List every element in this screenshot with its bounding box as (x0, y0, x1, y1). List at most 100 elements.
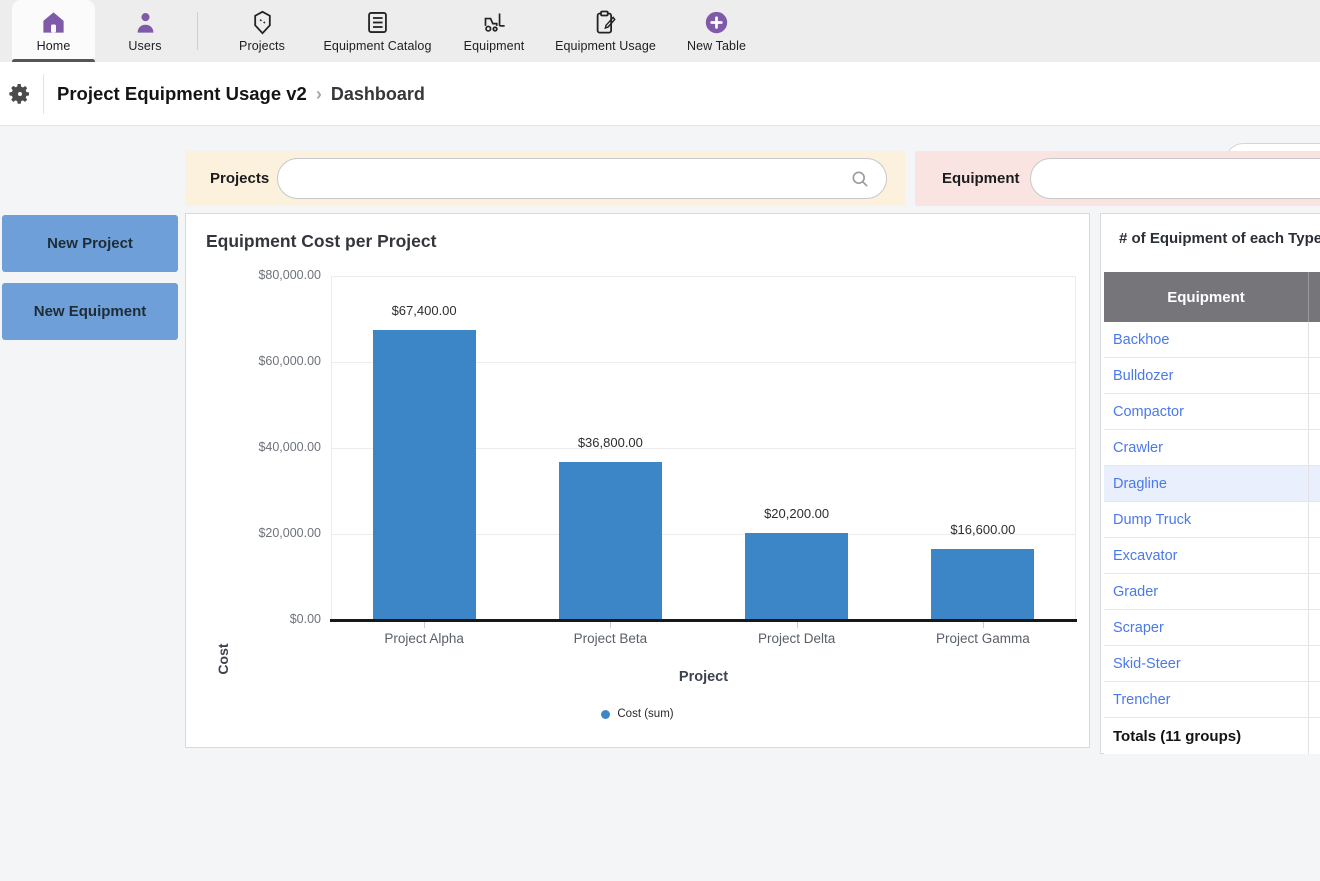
x-tick-label: Project Delta (717, 631, 877, 646)
cube-icon (249, 9, 276, 36)
count-column-header (1309, 272, 1320, 322)
table-row: Excavator (1104, 538, 1320, 574)
forklift-icon (481, 9, 508, 36)
equipment-search-input[interactable] (1049, 161, 1320, 196)
count-cell (1309, 538, 1320, 573)
bar-value-label: $16,600.00 (903, 522, 1063, 537)
x-axis-label: Project (331, 669, 1076, 685)
table-row: Scraper (1104, 610, 1320, 646)
equipment-cell: Crawler (1104, 430, 1309, 465)
totals-row: Totals (11 groups) (1104, 718, 1320, 754)
breadcrumb-divider (43, 74, 44, 114)
app-title[interactable]: Project Equipment Usage v2 (57, 83, 307, 105)
equipment-link-bulldozer[interactable]: Bulldozer (1113, 368, 1173, 384)
chart-legend: Cost (sum) (186, 708, 1089, 720)
projects-filter-label: Projects (210, 151, 269, 206)
equipment-cell: Scraper (1104, 610, 1309, 645)
tab-home[interactable]: Home (12, 0, 95, 62)
tab-new-table-label: New Table (687, 39, 746, 53)
equipment-filter-label: Equipment (942, 151, 1020, 206)
x-tick-label: Project Alpha (344, 631, 504, 646)
count-cell (1309, 646, 1320, 681)
equipment-filter-panel: Equipment (915, 151, 1320, 206)
x-tick-label: Project Beta (530, 631, 690, 646)
axis-tick (797, 622, 798, 628)
bar-value-label: $20,200.00 (717, 506, 877, 521)
table-row: Grader (1104, 574, 1320, 610)
projects-filter-panel: Projects (185, 151, 905, 206)
axis-tick (610, 622, 611, 628)
equipment-search-box[interactable] (1030, 158, 1320, 199)
table-row: Dragline (1104, 466, 1320, 502)
bar-project-alpha[interactable] (373, 330, 476, 620)
table-tabs-toolbar: Home Users Projects Equi (0, 0, 1320, 62)
tab-equipment-catalog[interactable]: Equipment Catalog (318, 0, 437, 62)
y-tick-label: $20,000.00 (213, 526, 321, 540)
projects-search-input[interactable] (296, 161, 722, 196)
equipment-cell: Grader (1104, 574, 1309, 609)
table-row: Bulldozer (1104, 358, 1320, 394)
tab-home-label: Home (37, 39, 71, 53)
list-icon (364, 9, 391, 36)
breadcrumb: Project Equipment Usage v2 › Dashboard (57, 62, 425, 126)
tab-new-table[interactable]: New Table (684, 0, 749, 62)
new-project-button[interactable]: New Project (2, 215, 178, 272)
count-cell (1309, 394, 1320, 429)
totals-label: Totals (11 groups) (1104, 718, 1309, 754)
count-cell (1309, 322, 1320, 357)
equipment-link-crawler[interactable]: Crawler (1113, 440, 1163, 456)
app-window: Home Users Projects Equi (0, 0, 1320, 881)
axis-tick (424, 622, 425, 628)
equipment-link-compactor[interactable]: Compactor (1113, 404, 1184, 420)
breadcrumb-bar: Project Equipment Usage v2 › Dashboard D… (0, 62, 1320, 126)
tab-equipment[interactable]: Equipment (459, 0, 529, 62)
equipment-cell: Trencher (1104, 682, 1309, 717)
y-tick-label: $80,000.00 (213, 268, 321, 282)
chevron-right-icon: › (316, 84, 322, 105)
count-cell (1309, 574, 1320, 609)
y-tick-label: $60,000.00 (213, 354, 321, 368)
bar-project-gamma[interactable] (931, 549, 1034, 620)
search-icon (850, 169, 870, 189)
chart-title: Equipment Cost per Project (206, 231, 436, 252)
table-row: Backhoe (1104, 322, 1320, 358)
equipment-link-backhoe[interactable]: Backhoe (1113, 332, 1169, 348)
equipment-link-scraper[interactable]: Scraper (1113, 620, 1164, 636)
projects-search-box[interactable] (277, 158, 887, 199)
equipment-link-dragline[interactable]: Dragline (1113, 476, 1167, 492)
equipment-link-trencher[interactable]: Trencher (1113, 692, 1170, 708)
equipment-cell: Dump Truck (1104, 502, 1309, 537)
equipment-column-header[interactable]: Equipment (1104, 272, 1309, 322)
equipment-link-excavator[interactable]: Excavator (1113, 548, 1177, 564)
equipment-cost-chart-card: Equipment Cost per Project Cost Project … (185, 213, 1090, 748)
tab-projects[interactable]: Projects (227, 0, 297, 62)
y-tick-label: $40,000.00 (213, 440, 321, 454)
equipment-cell: Bulldozer (1104, 358, 1309, 393)
equipment-link-grader[interactable]: Grader (1113, 584, 1158, 600)
tab-equipment-catalog-label: Equipment Catalog (323, 39, 431, 53)
tab-equipment-usage[interactable]: Equipment Usage (549, 0, 662, 62)
equipment-link-skid-steer[interactable]: Skid-Steer (1113, 656, 1181, 672)
x-axis-line (330, 619, 1077, 622)
equipment-table-header: Equipment (1104, 272, 1320, 322)
bar-value-label: $67,400.00 (344, 303, 504, 318)
count-cell (1309, 430, 1320, 465)
user-icon (132, 9, 159, 36)
count-cell (1309, 502, 1320, 537)
bar-project-beta[interactable] (559, 462, 662, 620)
gear-icon[interactable] (8, 82, 32, 106)
new-equipment-button[interactable]: New Equipment (2, 283, 178, 340)
equipment-count-card: # of Equipment of each Type Equipment Ba… (1100, 213, 1320, 754)
count-cell (1309, 610, 1320, 645)
equipment-link-dump-truck[interactable]: Dump Truck (1113, 512, 1191, 528)
plus-circle-icon (703, 9, 730, 36)
bar-project-delta[interactable] (745, 533, 848, 620)
tab-users[interactable]: Users (113, 0, 177, 62)
equipment-cell: Compactor (1104, 394, 1309, 429)
count-cell (1309, 466, 1320, 501)
legend-dot-icon (601, 710, 610, 719)
tab-projects-label: Projects (239, 39, 285, 53)
equipment-cell: Excavator (1104, 538, 1309, 573)
tab-users-label: Users (128, 39, 161, 53)
tab-equipment-label: Equipment (464, 39, 525, 53)
